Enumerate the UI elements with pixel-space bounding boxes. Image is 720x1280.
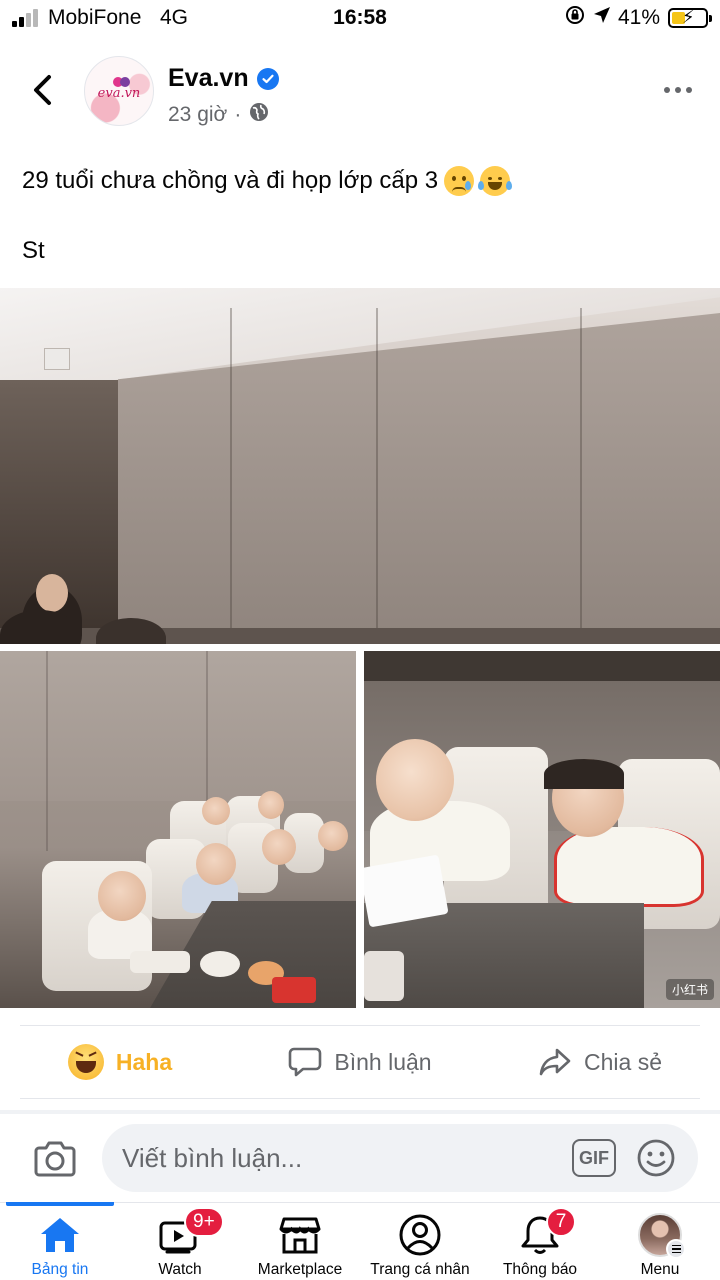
photo-watermark: 小红书 bbox=[665, 979, 714, 1000]
battery-percent: 41% bbox=[617, 6, 660, 29]
avatar-logo-text: eva.vn bbox=[97, 85, 141, 101]
post-photo-1[interactable] bbox=[0, 288, 720, 644]
emoji-picker-button[interactable] bbox=[636, 1138, 676, 1178]
post-photo-2[interactable] bbox=[0, 651, 356, 1008]
charging-bolt-icon: ⚡ bbox=[682, 7, 695, 27]
crying-face-emoji-icon bbox=[444, 166, 475, 196]
watch-icon: 9+ bbox=[158, 1207, 224, 1257]
more-options-button[interactable] bbox=[660, 80, 696, 100]
notifications-badge: 7 bbox=[546, 1207, 576, 1237]
share-arrow-icon bbox=[539, 1048, 571, 1076]
gif-button[interactable]: GIF bbox=[572, 1139, 616, 1177]
post-photo-3[interactable]: 小红书 bbox=[364, 651, 720, 1008]
bell-icon: 7 bbox=[518, 1207, 576, 1257]
tab-watch-label: Watch bbox=[158, 1261, 202, 1278]
page-avatar[interactable]: eva.vn bbox=[84, 56, 154, 126]
tab-profile[interactable]: Trang cá nhân bbox=[360, 1203, 480, 1280]
status-bar: MobiFone 4G 16:58 41% ⚡ bbox=[0, 0, 720, 36]
comment-box: GIF bbox=[102, 1124, 698, 1192]
comment-button[interactable]: Bình luận bbox=[240, 1032, 480, 1092]
page-name[interactable]: Eva.vn bbox=[168, 64, 279, 93]
meta-separator: · bbox=[234, 103, 242, 126]
haha-emoji-icon bbox=[67, 1044, 104, 1080]
caption-source: St bbox=[22, 237, 45, 264]
camera-button[interactable] bbox=[32, 1136, 78, 1182]
page-name-text: Eva.vn bbox=[168, 64, 249, 92]
location-arrow-icon bbox=[592, 5, 612, 31]
tab-marketplace-label: Marketplace bbox=[257, 1261, 343, 1278]
home-icon bbox=[38, 1213, 82, 1257]
share-label: Chia sẻ bbox=[584, 1048, 662, 1075]
haha-label: Haha bbox=[115, 1048, 173, 1075]
tab-notifications-label: Thông báo bbox=[502, 1261, 578, 1278]
tab-marketplace[interactable]: Marketplace bbox=[240, 1203, 360, 1280]
haha-reaction-button[interactable]: Haha bbox=[0, 1032, 240, 1092]
tears-of-joy-emoji-icon bbox=[478, 166, 513, 196]
actions-bottom-divider bbox=[20, 1098, 700, 1099]
orientation-lock-icon bbox=[564, 4, 586, 32]
comment-label: Bình luận bbox=[334, 1048, 432, 1075]
comment-bubble-icon bbox=[289, 1047, 322, 1077]
camera-icon bbox=[34, 1141, 76, 1177]
actions-top-divider bbox=[20, 1025, 700, 1026]
caption-text: 29 tuổi chưa chồng và đi họp lớp cấp 3 bbox=[22, 167, 439, 194]
post-caption: 29 tuổi chưa chồng và đi họp lớp cấp 3 bbox=[22, 164, 513, 198]
share-button[interactable]: Chia sẻ bbox=[480, 1032, 720, 1092]
profile-icon bbox=[398, 1213, 442, 1257]
watch-badge: 9+ bbox=[184, 1207, 224, 1237]
verified-badge-icon bbox=[256, 67, 279, 90]
smiley-icon bbox=[637, 1139, 675, 1177]
tab-news-feed-label: Bảng tin bbox=[31, 1261, 89, 1278]
chevron-left-icon bbox=[34, 75, 51, 105]
tab-menu[interactable]: Menu bbox=[600, 1203, 720, 1280]
post-actions: Haha Bình luận Chia sẻ bbox=[0, 1032, 720, 1092]
battery-icon: ⚡ bbox=[668, 7, 712, 28]
tab-notifications[interactable]: 7 Thông báo bbox=[480, 1203, 600, 1280]
post-timestamp[interactable]: 23 giờ bbox=[168, 103, 227, 127]
bottom-tab-bar: Bảng tin 9+ Watch Marketplace Trang cá n… bbox=[0, 1202, 720, 1280]
tab-watch[interactable]: 9+ Watch bbox=[120, 1203, 240, 1280]
tab-news-feed[interactable]: Bảng tin bbox=[0, 1202, 120, 1280]
tab-menu-label: Menu bbox=[640, 1261, 680, 1278]
back-button[interactable] bbox=[24, 70, 60, 110]
section-gap bbox=[0, 1110, 720, 1114]
comment-input[interactable] bbox=[122, 1124, 552, 1192]
hamburger-icon bbox=[666, 1239, 686, 1259]
public-globe-icon bbox=[248, 101, 270, 129]
menu-avatar-icon bbox=[638, 1213, 686, 1259]
tab-profile-label: Trang cá nhân bbox=[370, 1261, 470, 1278]
marketplace-icon bbox=[278, 1213, 322, 1257]
post-meta: 23 giờ · bbox=[168, 101, 270, 129]
